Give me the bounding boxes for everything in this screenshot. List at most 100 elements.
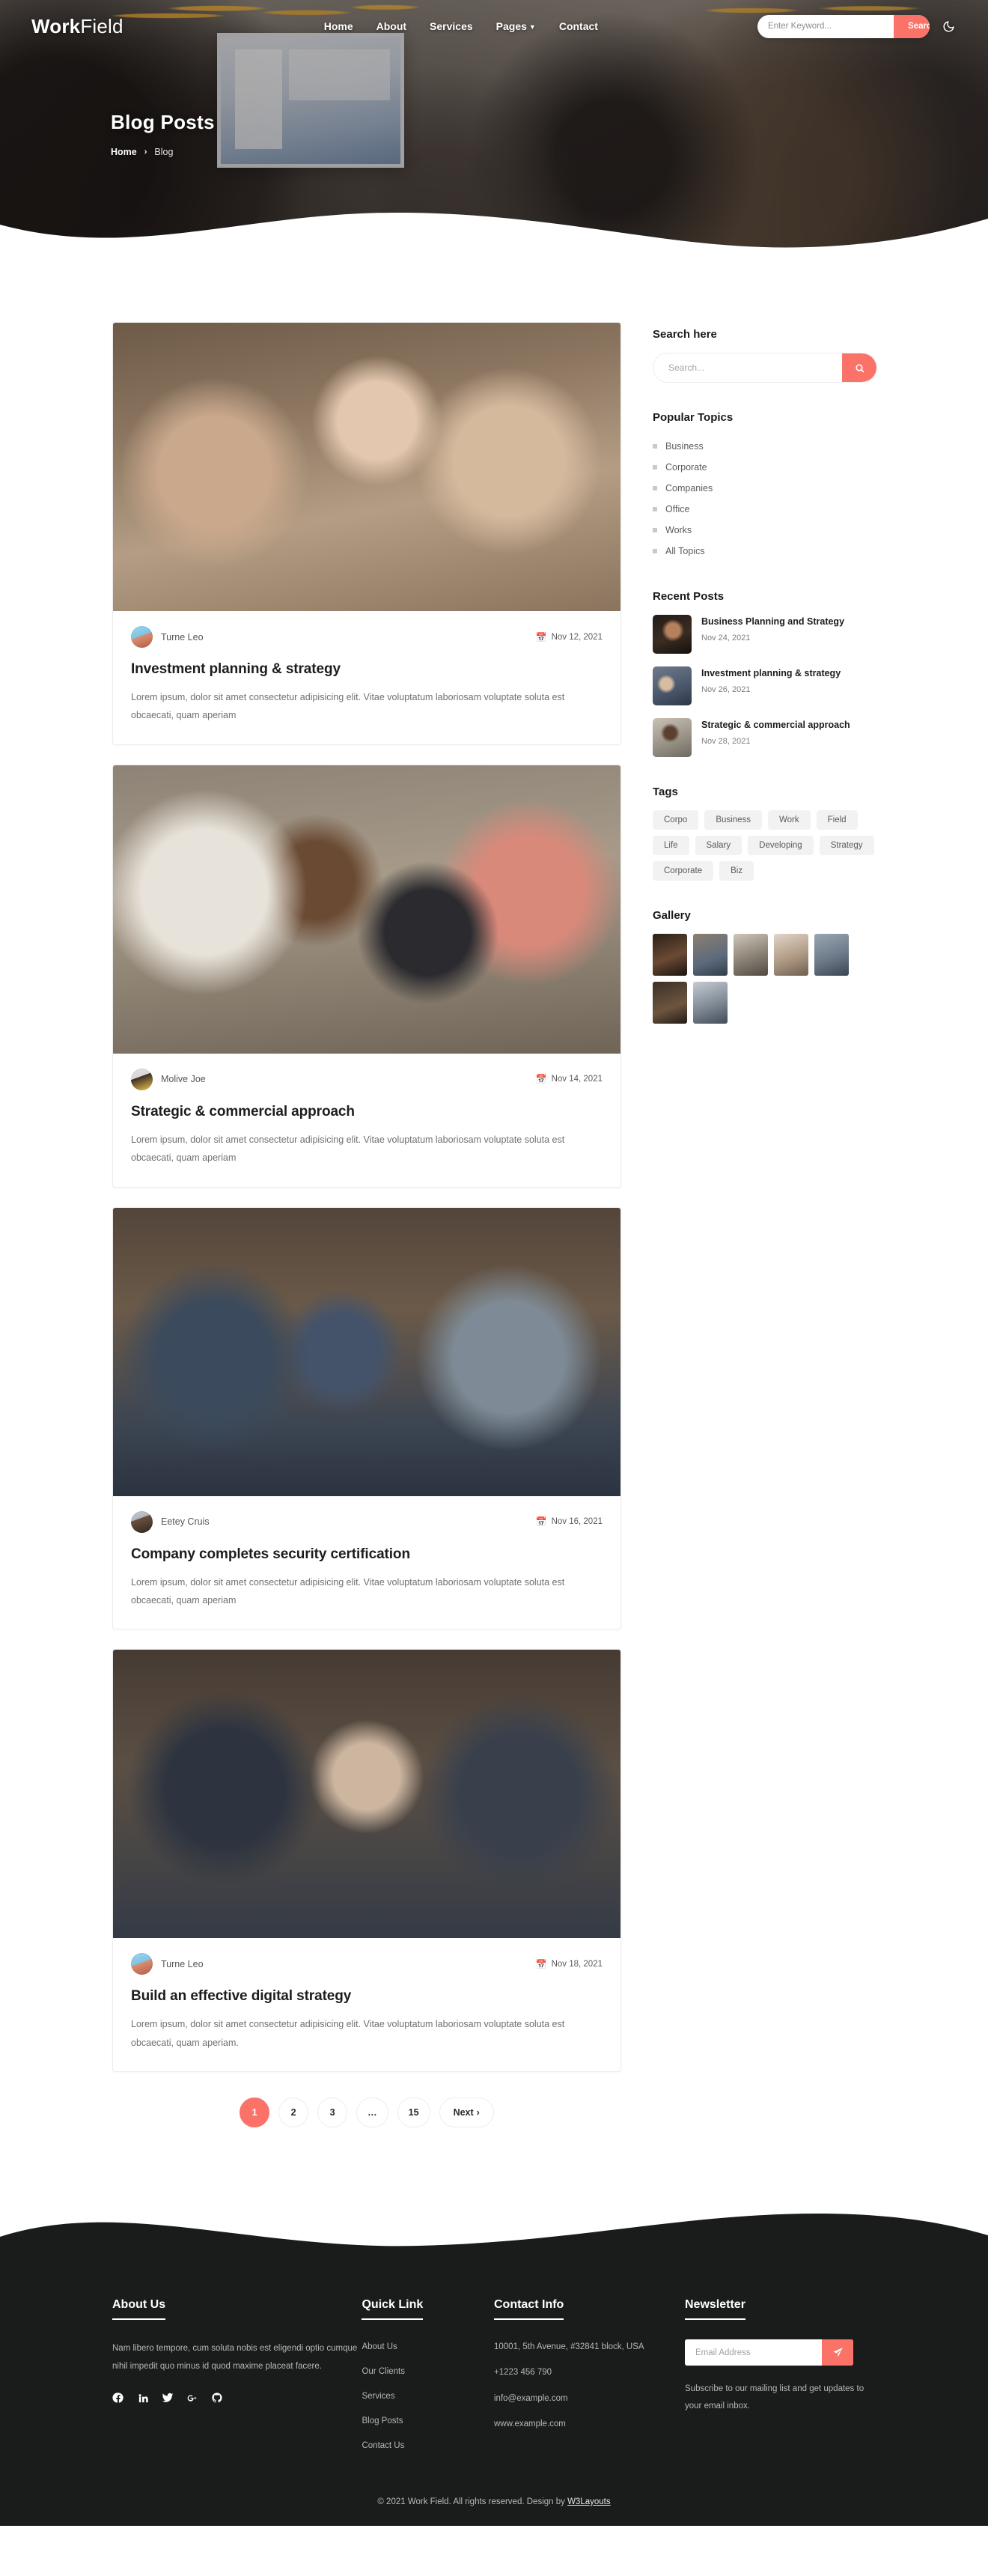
footer-contact-column: Contact Info 10001, 5th Avenue, #32841 b… <box>494 2298 685 2463</box>
list-item[interactable]: Business <box>653 436 877 457</box>
gallery-thumbnail[interactable] <box>653 934 687 976</box>
nav-label: Home <box>323 20 353 32</box>
list-item[interactable]: About Us <box>362 2339 494 2353</box>
blog-post-card[interactable]: Eetey Cruis 📅 Nov 16, 2021 Company compl… <box>112 1206 621 1630</box>
pagination-page-3[interactable]: 3 <box>317 2097 348 2127</box>
pagination-ellipsis[interactable]: … <box>356 2097 388 2127</box>
tag-item[interactable]: Work <box>768 810 811 830</box>
blog-post-card[interactable]: Molive Joe 📅 Nov 14, 2021 Strategic & co… <box>112 764 621 1188</box>
list-item[interactable]: Works <box>653 520 877 541</box>
tag-item[interactable]: Biz <box>719 861 754 881</box>
topic-link[interactable]: Business <box>665 441 704 452</box>
avatar <box>131 626 153 648</box>
pagination-next-button[interactable]: Next › <box>439 2097 494 2127</box>
moon-icon[interactable] <box>940 18 957 34</box>
post-featured-image[interactable] <box>113 1650 620 1939</box>
footer-link[interactable]: Contact Us <box>362 2441 404 2450</box>
post-date-text: Nov 18, 2021 <box>551 1959 603 1969</box>
post-title[interactable]: Investment planning & strategy <box>131 661 603 678</box>
nav-item-contact[interactable]: Contact <box>559 20 598 32</box>
topic-link[interactable]: Corporate <box>665 462 707 473</box>
header-search-button[interactable]: Search <box>894 14 930 38</box>
twitter-icon[interactable] <box>162 2392 174 2404</box>
recent-post-item[interactable]: Business Planning and Strategy Nov 24, 2… <box>653 615 877 654</box>
list-item[interactable]: Corporate <box>653 457 877 478</box>
search-input[interactable] <box>653 353 842 382</box>
recent-post-date: Nov 26, 2021 <box>701 685 751 695</box>
post-featured-image[interactable] <box>113 765 620 1054</box>
github-icon[interactable] <box>211 2392 223 2404</box>
tag-item[interactable]: Developing <box>748 836 814 855</box>
google-plus-icon[interactable] <box>186 2392 198 2404</box>
tag-item[interactable]: Corpo <box>653 810 699 830</box>
tag-item[interactable]: Life <box>653 836 689 855</box>
tag-item[interactable]: Field <box>816 810 858 830</box>
linkedin-icon[interactable] <box>137 2392 149 2404</box>
post-featured-image[interactable] <box>113 1207 620 1496</box>
footer-link[interactable]: About Us <box>362 2342 397 2351</box>
list-item[interactable]: Companies <box>653 478 877 499</box>
footer-email[interactable]: info@example.com <box>494 2391 685 2407</box>
gallery-thumbnail[interactable] <box>734 934 768 976</box>
sidebar-search-block: Search here <box>653 328 877 383</box>
email-field[interactable] <box>685 2339 822 2366</box>
list-item[interactable]: Blog Posts <box>362 2414 494 2427</box>
facebook-icon[interactable] <box>112 2392 124 2404</box>
footer-columns: About Us Nam libero tempore, cum soluta … <box>112 2298 876 2463</box>
post-body: Turne Leo 📅 Nov 18, 2021 Build an effect… <box>113 1938 620 2071</box>
topic-link[interactable]: Office <box>665 504 689 514</box>
site-logo[interactable]: WorkField <box>31 15 124 38</box>
gallery-thumbnail[interactable] <box>774 934 808 976</box>
post-title[interactable]: Build an effective digital strategy <box>131 1988 603 2005</box>
nav-label: Contact <box>558 20 598 32</box>
tag-item[interactable]: Strategy <box>819 836 874 855</box>
nav-label: Pages <box>495 20 527 32</box>
gallery-thumbnail[interactable] <box>693 982 728 1024</box>
sidebar-tags-heading: Tags <box>653 786 678 798</box>
header-search-input[interactable] <box>757 14 894 38</box>
list-item[interactable]: Office <box>653 499 877 520</box>
newsletter-submit-button[interactable] <box>822 2339 853 2366</box>
gallery-thumbnail[interactable] <box>693 934 728 976</box>
recent-post-item[interactable]: Investment planning & strategy Nov 26, 2… <box>653 666 877 705</box>
designer-link[interactable]: W3Layouts <box>567 2497 611 2506</box>
post-title[interactable]: Company completes security certification <box>131 1546 603 1563</box>
nav-item-pages[interactable]: Pages ▼ <box>496 20 536 32</box>
list-item[interactable]: Contact Us <box>362 2438 494 2452</box>
pagination-page-15[interactable]: 15 <box>397 2097 430 2127</box>
nav-item-services[interactable]: Services <box>430 20 473 32</box>
tag-item[interactable]: Corporate <box>653 861 714 881</box>
blog-post-card[interactable]: Turne Leo 📅 Nov 12, 2021 Investment plan… <box>112 322 621 745</box>
post-title[interactable]: Strategic & commercial approach <box>131 1104 603 1120</box>
nav-item-home[interactable]: Home <box>324 20 353 32</box>
list-item[interactable]: Services <box>362 2389 494 2402</box>
breadcrumb-home[interactable]: Home <box>111 147 137 157</box>
footer-link[interactable]: Blog Posts <box>362 2416 403 2425</box>
tag-item[interactable]: Business <box>704 810 762 830</box>
pagination-page-1[interactable]: 1 <box>240 2097 270 2127</box>
footer-newsletter-column: Newsletter Subscribe to our mailing list… <box>685 2298 876 2463</box>
pagination: 1 2 3 … 15 Next › <box>112 2097 621 2127</box>
pagination-page-2[interactable]: 2 <box>278 2097 309 2127</box>
search-submit-button[interactable] <box>842 353 876 382</box>
gallery-thumbnail[interactable] <box>653 982 687 1024</box>
gallery-thumbnail[interactable] <box>814 934 849 976</box>
tag-item[interactable]: Salary <box>695 836 742 855</box>
footer-link[interactable]: Our Clients <box>362 2367 405 2376</box>
post-featured-image[interactable] <box>113 323 620 611</box>
topic-link[interactable]: Companies <box>665 483 713 493</box>
nav-item-about[interactable]: About <box>376 20 406 32</box>
list-item[interactable]: Our Clients <box>362 2364 494 2378</box>
recent-post-title: Business Planning and Strategy <box>701 616 845 627</box>
footer-link[interactable]: Services <box>362 2392 394 2401</box>
sidebar-recent-heading: Recent Posts <box>653 590 725 603</box>
topic-link[interactable]: All Topics <box>665 546 705 556</box>
footer-phone[interactable]: +1223 456 790 <box>494 2365 685 2381</box>
recent-post-item[interactable]: Strategic & commercial approach Nov 28, … <box>653 718 877 757</box>
footer-website[interactable]: www.example.com <box>494 2416 685 2432</box>
topic-link[interactable]: Works <box>665 525 692 535</box>
list-item[interactable]: All Topics <box>653 541 877 562</box>
footer-about-column: About Us Nam libero tempore, cum soluta … <box>112 2298 362 2463</box>
blog-post-card[interactable]: Turne Leo 📅 Nov 18, 2021 Build an effect… <box>112 1649 621 2072</box>
post-meta: Turne Leo 📅 Nov 18, 2021 <box>131 1953 603 1975</box>
